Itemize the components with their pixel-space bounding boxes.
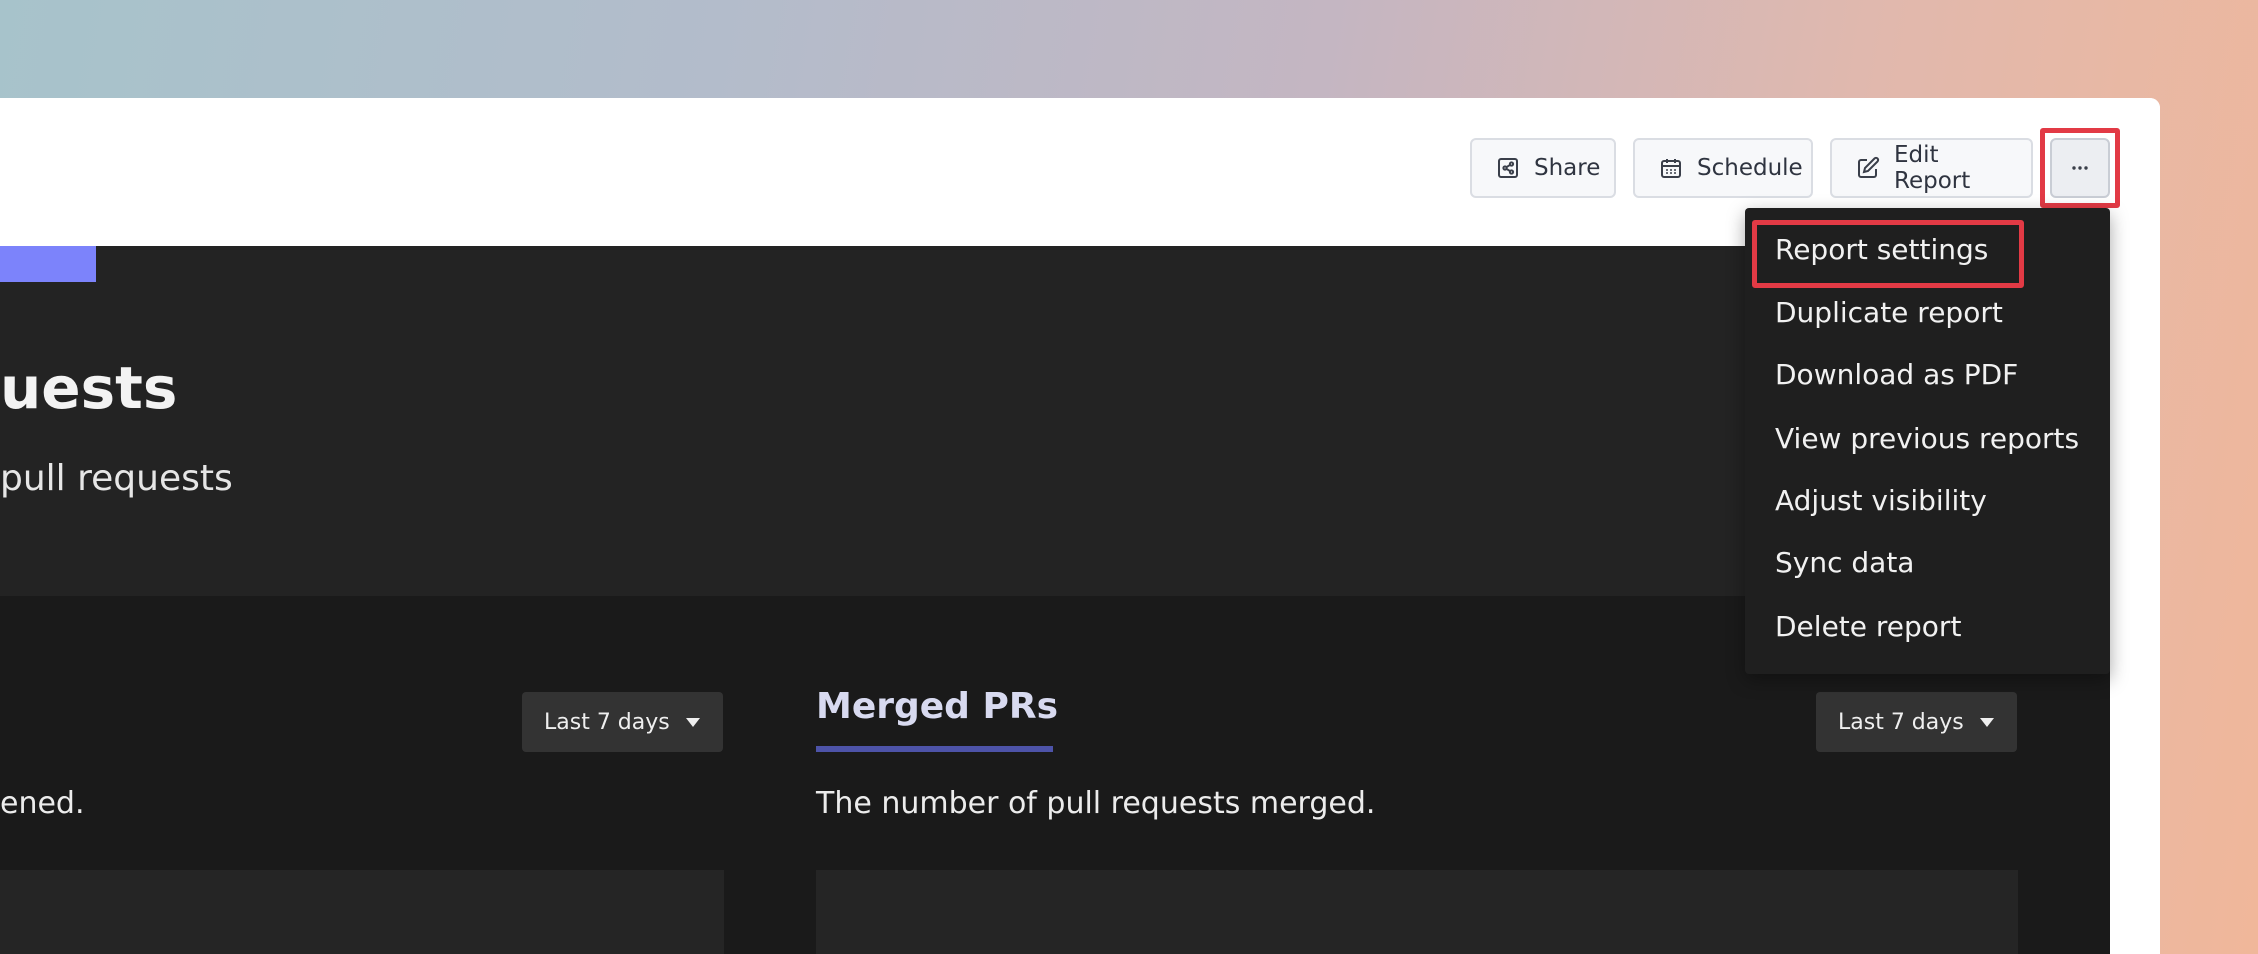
card-description-right: The number of pull requests merged.	[816, 786, 1376, 821]
page-subtitle: pull requests	[0, 458, 233, 499]
chart-panel-right	[816, 870, 2018, 954]
share-button[interactable]: Share	[1470, 138, 1616, 198]
menu-item-delete-report[interactable]: Delete report	[1775, 610, 1961, 643]
more-options-menu: Report settings Duplicate report Downloa…	[1745, 208, 2110, 674]
more-options-button[interactable]	[2050, 138, 2110, 198]
schedule-button[interactable]: Schedule	[1633, 138, 1813, 198]
page-title: uests	[0, 354, 178, 422]
caret-down-icon	[685, 717, 700, 727]
date-range-dropdown-left[interactable]: Last 7 days	[522, 692, 723, 752]
menu-item-adjust-visibility[interactable]: Adjust visibility	[1775, 484, 1987, 517]
calendar-icon	[1661, 159, 1681, 178]
edit-icon	[1858, 156, 1880, 178]
share-icon	[1498, 158, 1518, 178]
ellipsis-icon	[2072, 166, 2088, 170]
edit-report-button[interactable]: Edit Report	[1830, 138, 2033, 198]
schedule-label: Schedule	[1697, 155, 1803, 181]
share-label: Share	[1534, 155, 1601, 181]
card-description-left: ened.	[0, 786, 85, 821]
chart-panel-left	[0, 870, 724, 954]
card-title-underline	[816, 746, 1053, 752]
caret-down-icon	[1979, 717, 1994, 727]
date-range-label: Last 7 days	[544, 709, 670, 735]
menu-item-download-pdf[interactable]: Download as PDF	[1775, 358, 2018, 391]
date-range-label: Last 7 days	[1838, 709, 1964, 735]
menu-item-sync-data[interactable]: Sync data	[1775, 546, 1914, 579]
menu-item-duplicate-report[interactable]: Duplicate report	[1775, 296, 2003, 329]
accent-bar	[0, 246, 96, 282]
edit-report-label: Edit Report	[1894, 142, 1971, 194]
menu-item-report-settings[interactable]: Report settings	[1775, 233, 1988, 266]
date-range-dropdown-right[interactable]: Last 7 days	[1816, 692, 2017, 752]
card-title-merged-prs: Merged PRs	[816, 686, 1059, 727]
menu-item-view-previous-reports[interactable]: View previous reports	[1775, 422, 2079, 455]
